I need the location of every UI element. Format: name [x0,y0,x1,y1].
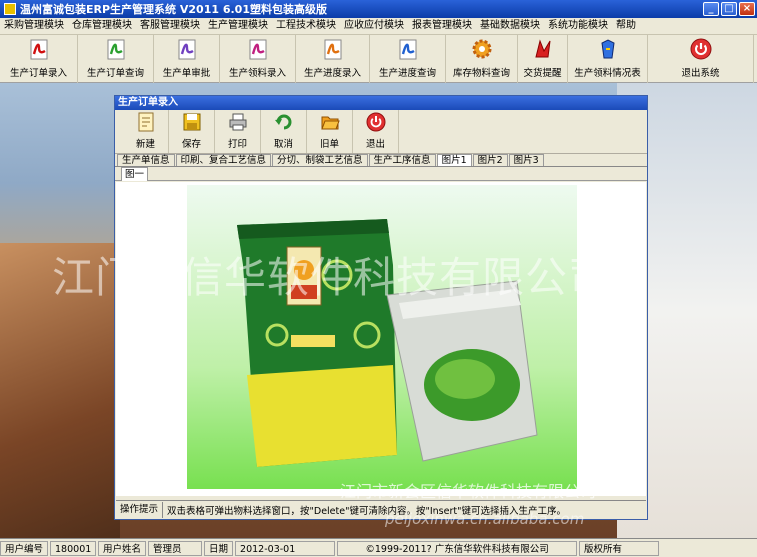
maximize-icon[interactable]: □ [721,2,737,16]
cancel-button[interactable]: 取消 [261,110,307,153]
tab-image-1[interactable]: 图片1 [436,154,472,166]
menu-purchase[interactable]: 采购管理模块 [0,18,68,34]
menu-production[interactable]: 生产管理模块 [204,18,272,34]
product-photo [187,185,577,489]
child-toolbar: 新建 保存 打印 取消 旧单 退出 [115,110,647,154]
printer-icon [226,110,250,134]
app-icon [4,3,16,15]
window-controls: _ □ × [703,2,757,16]
tab-image-2[interactable]: 图片2 [472,154,508,166]
watermark-company: 江门市信华软件科技有限公司 [52,253,612,302]
status-rights: 版权所有 [579,540,660,556]
status-user-id-label: 用户编号 [0,540,49,556]
pdf-icon [395,36,421,62]
watermark-company-full: 江门市新会区信华软件科技有限公司 [340,482,597,501]
pdf-icon [320,36,346,62]
power-icon [364,110,388,134]
status-date-value: 2012-03-01 [235,540,336,556]
status-date-label: 日期 [204,540,234,556]
toolbar-progress-query-button[interactable]: 生产进度查询 [370,35,446,83]
save-label: 保存 [181,139,201,150]
menu-system[interactable]: 系统功能模块 [544,18,612,34]
toolbar-label: 生产进度查询 [378,68,436,79]
child-window-title: 生产订单录入 [115,96,647,110]
toolbar-material-report-button[interactable]: 生产领料情况表 [568,35,648,83]
toolbar-order-approval-button[interactable]: 生产单审批 [154,35,220,83]
toolbar-exit-system-button[interactable]: 退出系统 [648,35,754,83]
toolbar-label: 生产订单查询 [86,68,144,79]
pdf-icon [26,36,52,62]
status-user-name-label: 用户姓名 [98,540,147,556]
window-titlebar: 温州富诚包装ERP生产管理系统 V2011 6.01塑料包装高级版 _ □ × [0,0,757,18]
new-document-icon [134,110,158,134]
menu-receivable-payable[interactable]: 应收应付模块 [340,18,408,34]
pdf-icon [103,36,129,62]
toolbar-label: 生产领料情况表 [574,68,641,79]
undo-icon [272,110,296,134]
window-title: 温州富诚包装ERP生产管理系统 V2011 6.01塑料包装高级版 [20,3,327,16]
pdf-icon [245,36,271,62]
status-bar: 用户编号 180001 用户姓名 管理员 日期 2012-03-01 ©1999… [0,538,757,557]
new-label: 新建 [135,139,155,150]
tab-production-process[interactable]: 生产工序信息 [368,154,436,166]
old-order-button[interactable]: 旧单 [307,110,353,153]
pdf-icon [174,36,200,62]
exit-label: 退出 [365,139,385,150]
status-copyright: ©1999-2011? 广东信华软件科技有限公司 [337,540,578,556]
watermark-url: peijoxinwa.cn.alibaba.com [385,510,585,528]
gear-icon [469,36,495,62]
hint-label: 操作提示 [116,501,164,518]
bell-icon [595,36,621,62]
new-button[interactable]: 新建 [123,110,169,153]
status-user-id-value: 180001 [50,540,97,556]
floppy-disk-icon [180,110,204,134]
toolbar-progress-entry-button[interactable]: 生产进度录入 [296,35,370,83]
power-icon [688,36,714,62]
print-button[interactable]: 打印 [215,110,261,153]
status-user-name-value: 管理员 [148,540,203,556]
exit-button[interactable]: 退出 [353,110,399,153]
toolbar-label: 生产单审批 [162,68,211,79]
subtab-figure-1[interactable]: 图一 [121,167,149,181]
old-order-label: 旧单 [319,139,339,150]
toolbar-label: 生产领料录入 [228,68,286,79]
bell-icon [530,36,556,62]
menu-basic-data[interactable]: 基础数据模块 [476,18,544,34]
tab-print-lamination[interactable]: 印刷、复合工艺信息 [175,154,272,166]
close-icon[interactable]: × [739,2,755,16]
save-button[interactable]: 保存 [169,110,215,153]
toolbar-label: 库存物料查询 [452,68,510,79]
toolbar-inventory-query-button[interactable]: 库存物料查询 [446,35,518,83]
toolbar-order-query-button[interactable]: 生产订单查询 [78,35,154,83]
menu-help[interactable]: 帮助 [612,18,640,34]
tab-image-3[interactable]: 图片3 [508,154,544,166]
menu-warehouse[interactable]: 仓库管理模块 [68,18,136,34]
menu-bar: 采购管理模块 仓库管理模块 客服管理模块 生产管理模块 工程技术模块 应收应付模… [0,18,757,35]
minimize-icon[interactable]: _ [703,2,719,16]
menu-reports[interactable]: 报表管理模块 [408,18,476,34]
open-folder-icon [318,110,342,134]
cancel-label: 取消 [273,139,293,150]
toolbar-label: 生产订单录入 [9,68,67,79]
toolbar-material-entry-button[interactable]: 生产领料录入 [220,35,296,83]
tab-slitting-bagmaking[interactable]: 分切、制袋工艺信息 [272,154,368,166]
image-panel [116,182,646,496]
main-toolbar: 生产订单录入 生产订单查询 生产单审批 生产领料录入 生产进度录入 生产进度查询 [0,35,757,83]
toolbar-label: 生产进度录入 [303,68,361,79]
menu-customer-service[interactable]: 客服管理模块 [136,18,204,34]
print-label: 打印 [227,139,247,150]
menu-engineering[interactable]: 工程技术模块 [272,18,340,34]
toolbar-order-entry-button[interactable]: 生产订单录入 [0,35,78,83]
toolbar-delivery-reminder-button[interactable]: 交货提醒 [518,35,568,83]
image-subtab-row: 图一 [115,167,647,181]
order-tabs: 生产单信息 印刷、复合工艺信息 分切、制袋工艺信息 生产工序信息 图片1 图片2… [115,154,647,167]
tab-order-info[interactable]: 生产单信息 [117,154,175,166]
toolbar-label: 退出系统 [681,68,720,79]
toolbar-label: 交货提醒 [523,68,562,79]
order-entry-window: 生产订单录入 新建 保存 打印 取消 旧单 退出 生产单信息 印刷、复合工艺信息… [114,95,648,520]
